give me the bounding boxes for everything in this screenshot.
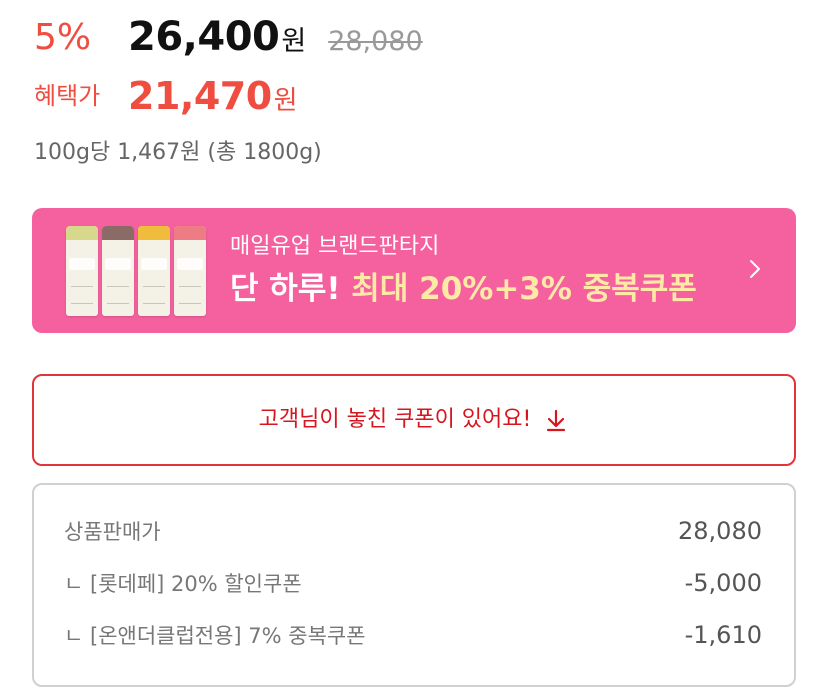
benefit-price-label: 혜택가 bbox=[34, 82, 101, 110]
breakdown-row-value: 28,080 bbox=[678, 517, 762, 545]
sale-price-group: 26,400 원 28,080 bbox=[128, 12, 423, 62]
benefit-price-group: 21,470 원 bbox=[128, 72, 298, 125]
milk-bottle-icon bbox=[66, 226, 98, 316]
breakdown-row-label: ㄴ [롯데페] 20% 할인쿠폰 bbox=[64, 572, 302, 596]
original-price: 28,080 bbox=[328, 26, 423, 57]
benefit-price: 21,470 bbox=[128, 74, 272, 118]
breakdown-row: ㄴ [롯데페] 20% 할인쿠폰 -5,000 bbox=[64, 567, 762, 599]
promo-title-lead: 단 하루! bbox=[230, 271, 352, 307]
milk-bottle-icon bbox=[138, 226, 170, 316]
breakdown-row-value: -1,610 bbox=[684, 621, 762, 649]
chevron-right-icon[interactable] bbox=[744, 258, 766, 280]
discount-rate: 5% bbox=[34, 17, 92, 58]
breakdown-row-label: ㄴ [온앤더클럽전용] 7% 중복쿠폰 bbox=[64, 624, 366, 648]
breakdown-row-label: 상품판매가 bbox=[64, 520, 161, 544]
milk-bottle-icon bbox=[102, 226, 134, 316]
benefit-price-unit: 원 bbox=[273, 86, 298, 116]
breakdown-row: 상품판매가 28,080 bbox=[64, 515, 762, 547]
sale-price-unit: 원 bbox=[281, 26, 307, 57]
promo-title-highlight: 최대 20%+3% 중복쿠폰 bbox=[351, 271, 697, 307]
promo-banner[interactable]: 매일유업 브랜드판타지 단 하루! 최대 20%+3% 중복쿠폰 bbox=[32, 208, 796, 333]
product-bottles-image bbox=[66, 226, 208, 318]
breakdown-row-value: -5,000 bbox=[684, 569, 762, 597]
promo-subtitle: 매일유업 브랜드판타지 bbox=[230, 234, 440, 259]
sale-price: 26,400 bbox=[128, 14, 280, 60]
milk-bottle-icon bbox=[174, 226, 206, 316]
missed-coupon-label: 고객님이 놓친 쿠폰이 있어요! bbox=[258, 407, 532, 432]
missed-coupon-button[interactable]: 고객님이 놓친 쿠폰이 있어요! bbox=[32, 374, 796, 466]
breakdown-row: ㄴ [온앤더클럽전용] 7% 중복쿠폰 -1,610 bbox=[64, 619, 762, 651]
promo-title: 단 하루! 최대 20%+3% 중복쿠폰 bbox=[230, 268, 697, 310]
download-icon bbox=[547, 409, 566, 432]
price-breakdown: 상품판매가 28,080 ㄴ [롯데페] 20% 할인쿠폰 -5,000 ㄴ [… bbox=[32, 483, 796, 687]
unit-price: 100g당 1,467원 (총 1800g) bbox=[34, 140, 322, 165]
